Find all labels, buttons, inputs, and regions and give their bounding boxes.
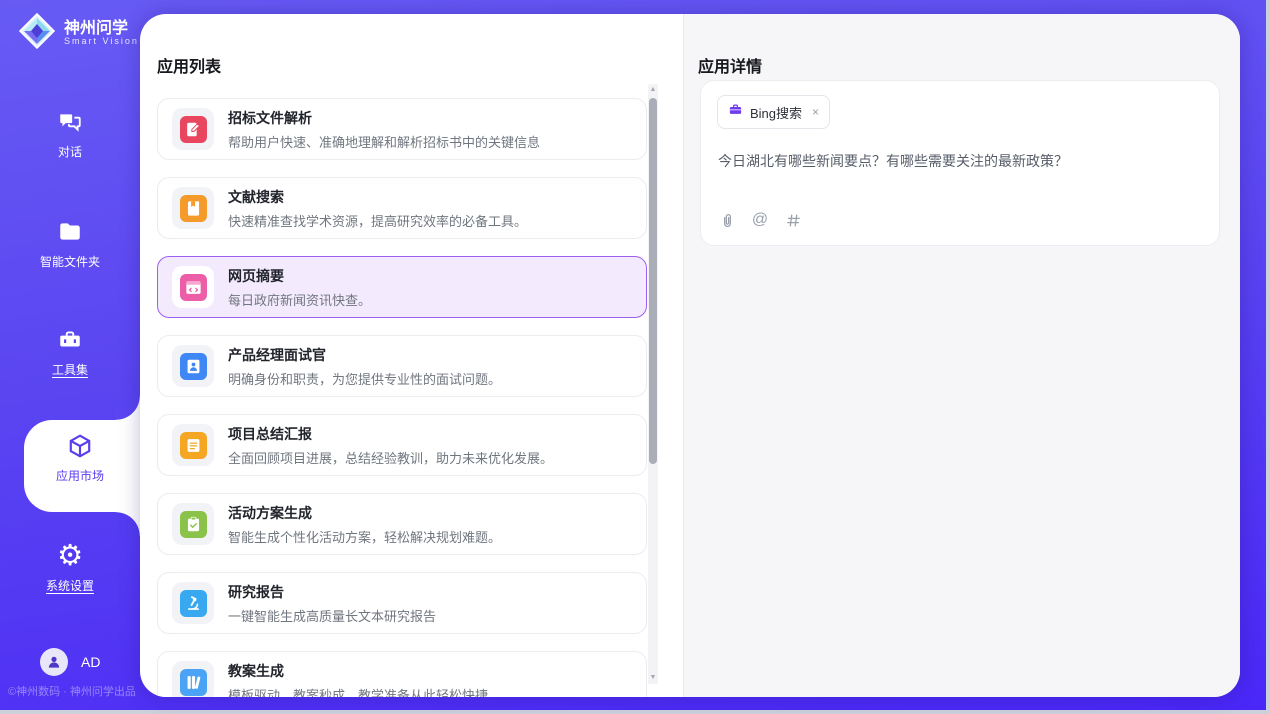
app-icon-tile	[172, 661, 214, 697]
mention-icon[interactable]: @	[751, 211, 769, 229]
list-item-activity-plan[interactable]: 活动方案生成 智能生成个性化活动方案，轻松解决规划难题。	[157, 493, 647, 555]
prompt-text[interactable]: 今日湖北有哪些新闻要点？有哪些需要关注的最新政策？	[718, 151, 1198, 172]
sidebar-item-label: 工具集	[52, 361, 88, 378]
sidebar-item-app-market[interactable]: 应用市场	[24, 432, 136, 484]
app-list: 招标文件解析 帮助用户快速、准确地理解和解析招标书中的关键信息 文献搜索 快速精…	[157, 98, 647, 697]
list-item-research-report[interactable]: 研究报告 一键智能生成高质量长文本研究报告	[157, 572, 647, 634]
user-avatar-icon	[40, 648, 68, 676]
app-detail-panel: 应用详情 Bing搜索 × 今日湖北有哪些新闻要点？有哪些需要关注的最新政策？ …	[683, 14, 1240, 697]
user-account[interactable]: AD	[40, 648, 100, 676]
app-icon-tile	[172, 108, 214, 150]
sidebar-item-label: 系统设置	[46, 577, 94, 594]
activity-plan-icon	[180, 511, 207, 538]
attachment-icon[interactable]	[718, 211, 736, 229]
app-name: 研究报告	[228, 582, 436, 602]
app-desc: 智能生成个性化活动方案，轻松解决规划难题。	[228, 527, 501, 546]
user-name: AD	[81, 654, 100, 670]
toolbox-icon	[56, 326, 84, 354]
app-desc: 快速精准查找学术资源，提高研究效率的必备工具。	[228, 211, 527, 230]
close-icon[interactable]: ×	[812, 105, 819, 119]
sidebar-item-label: 应用市场	[56, 467, 104, 484]
list-item-lesson-plan[interactable]: 教案生成 模板驱动，教案秒成，教学准备从此轻松快捷	[157, 651, 647, 697]
briefcase-icon	[728, 102, 743, 122]
app-name: 教案生成	[228, 661, 488, 681]
bid-document-icon	[180, 116, 207, 143]
app-name: 网页摘要	[228, 266, 371, 286]
list-item-bid-parse[interactable]: 招标文件解析 帮助用户快速、准确地理解和解析招标书中的关键信息	[157, 98, 647, 160]
bubble-notch-bottom	[116, 512, 140, 536]
research-report-icon	[180, 590, 207, 617]
app-name: 活动方案生成	[228, 503, 501, 523]
chat-icon	[56, 108, 84, 136]
list-item-project-summary[interactable]: 项目总结汇报 全面回顾项目进展，总结经验教训，助力未来优化发展。	[157, 414, 647, 476]
app-logo: 神州问学 Smart Vision	[18, 12, 139, 55]
lesson-plan-icon	[180, 669, 207, 696]
app-icon-tile	[172, 266, 214, 308]
app-name: 招标文件解析	[228, 108, 540, 128]
scrollbar-up-icon[interactable]: ▲	[648, 84, 658, 96]
scrollbar-thumb[interactable]	[649, 98, 657, 464]
prompt-card: Bing搜索 × 今日湖北有哪些新闻要点？有哪些需要关注的最新政策？ @	[700, 80, 1220, 246]
sidebar-item-chat[interactable]: 对话	[0, 108, 140, 160]
gear-icon: ⚙	[56, 542, 84, 570]
app-frame: 神州问学 Smart Vision 对话 智能文件夹 工具集 应用市场 ⚙ 系统…	[0, 0, 1266, 710]
list-item-literature-search[interactable]: 文献搜索 快速精准查找学术资源，提高研究效率的必备工具。	[157, 177, 647, 239]
app-icon-tile	[172, 503, 214, 545]
tool-tag-label: Bing搜索	[750, 103, 802, 122]
prompt-toolbar: @	[718, 211, 802, 229]
sidebar-item-label: 对话	[58, 143, 82, 160]
app-desc: 每日政府新闻资讯快查。	[228, 290, 371, 309]
hash-icon[interactable]	[784, 211, 802, 229]
app-name: 产品经理面试官	[228, 345, 501, 365]
sidebar-item-settings[interactable]: ⚙ 系统设置	[0, 542, 140, 594]
main-content: 应用列表 招标文件解析 帮助用户快速、准确地理解和解析招标书中的关键信息	[140, 14, 1240, 697]
app-desc: 明确身份和职责，为您提供专业性的面试问题。	[228, 369, 501, 388]
app-desc: 一键智能生成高质量长文本研究报告	[228, 606, 436, 625]
cube-icon	[66, 432, 94, 460]
logo-title: 神州问学	[64, 20, 139, 38]
list-item-pm-interviewer[interactable]: 产品经理面试官 明确身份和职责，为您提供专业性的面试问题。	[157, 335, 647, 397]
copyright-footer: ©神州数码 · 神州问学出品	[8, 683, 136, 699]
bubble-notch-top	[116, 396, 140, 420]
app-icon-tile	[172, 187, 214, 229]
interview-icon	[180, 353, 207, 380]
literature-book-icon	[180, 195, 207, 222]
app-desc: 帮助用户快速、准确地理解和解析招标书中的关键信息	[228, 132, 540, 151]
app-desc: 全面回顾项目进展，总结经验教训，助力未来优化发展。	[228, 448, 553, 467]
app-list-title: 应用列表	[157, 53, 221, 77]
tool-tag-bing-search[interactable]: Bing搜索 ×	[717, 95, 830, 129]
list-item-web-summary[interactable]: 网页摘要 每日政府新闻资讯快查。	[157, 256, 647, 318]
sidebar-item-label: 智能文件夹	[40, 253, 100, 270]
logo-subtitle: Smart Vision	[64, 37, 139, 47]
app-icon-tile	[172, 424, 214, 466]
app-icon-tile	[172, 345, 214, 387]
summary-notepad-icon	[180, 432, 207, 459]
sidebar-item-toolset[interactable]: 工具集	[0, 326, 140, 378]
app-icon-tile	[172, 582, 214, 624]
app-desc: 模板驱动，教案秒成，教学准备从此轻松快捷	[228, 685, 488, 698]
list-scrollbar[interactable]: ▲ ▼	[648, 84, 658, 684]
folder-icon	[56, 218, 84, 246]
sidebar-item-smart-folder[interactable]: 智能文件夹	[0, 218, 140, 270]
app-name: 文献搜索	[228, 187, 527, 207]
app-detail-title: 应用详情	[698, 53, 762, 77]
diamond-logo-icon	[18, 12, 56, 55]
scrollbar-down-icon[interactable]: ▼	[648, 672, 658, 684]
app-name: 项目总结汇报	[228, 424, 553, 444]
web-summary-icon	[180, 274, 207, 301]
